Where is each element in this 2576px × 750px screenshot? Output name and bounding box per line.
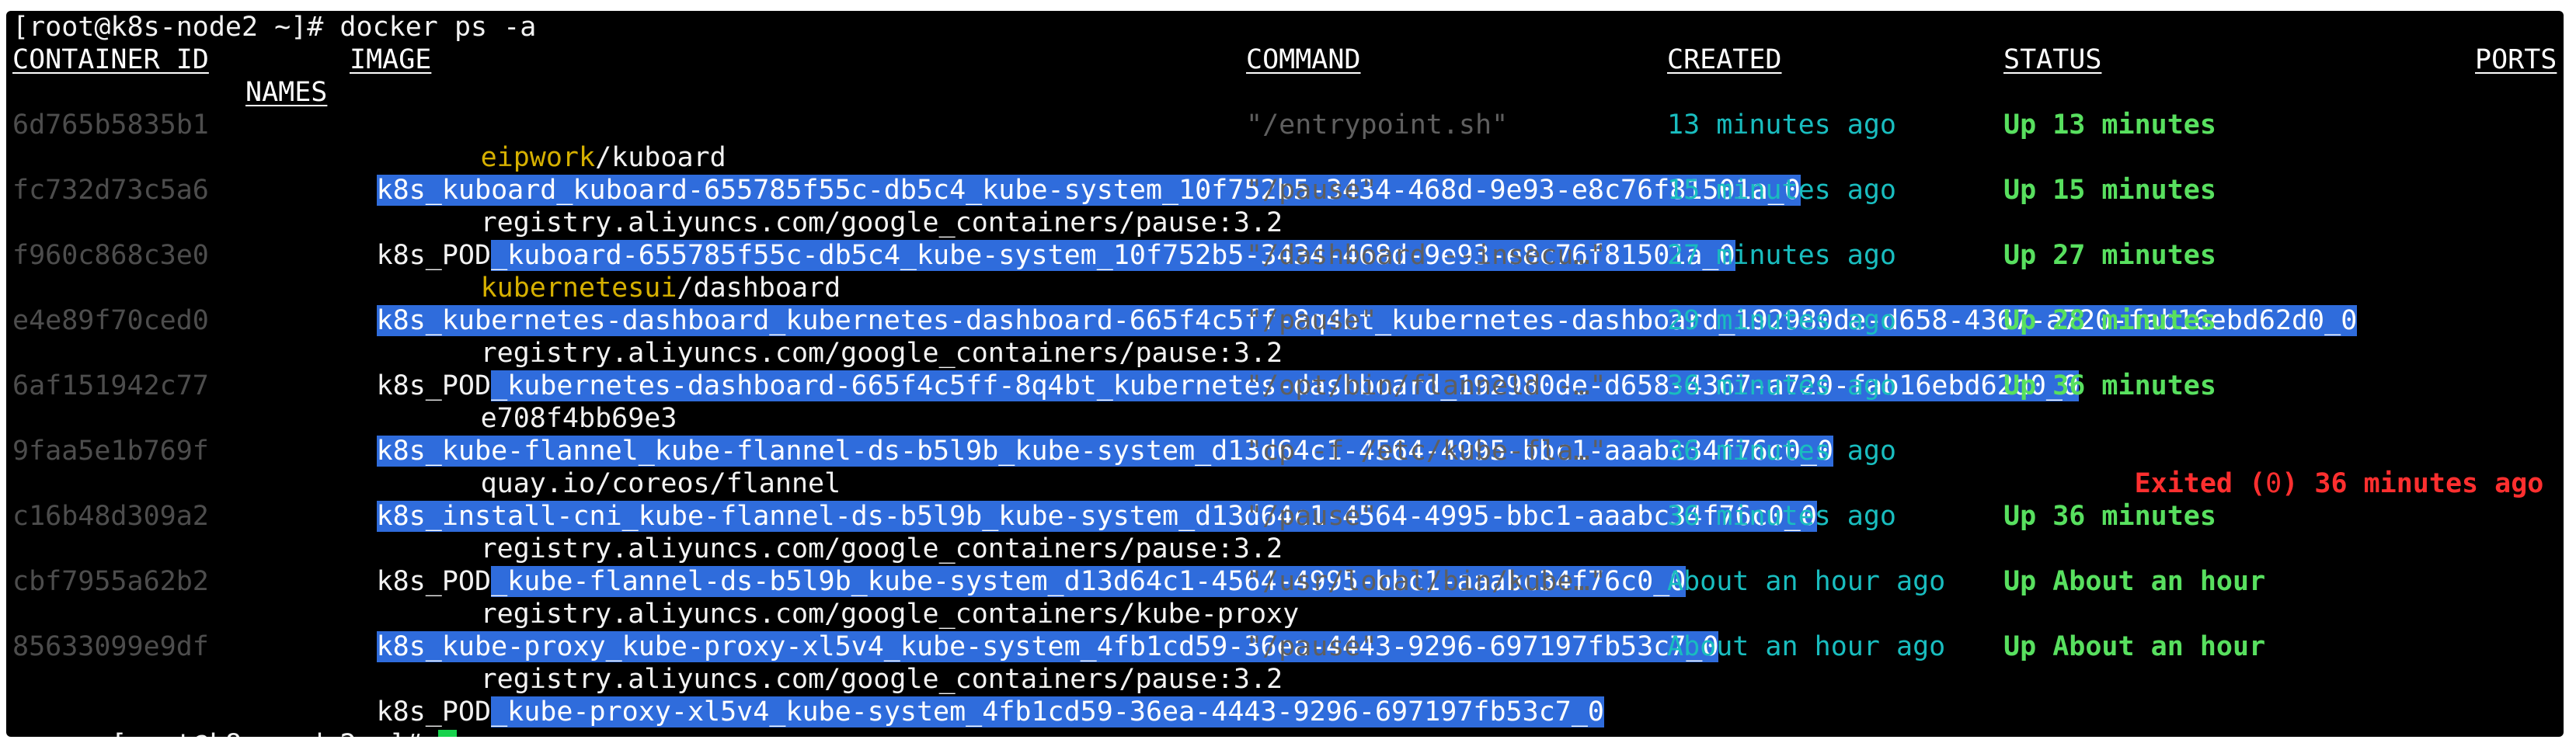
names-header-row: NAMES [12,76,327,109]
container-id: 6d765b5835b1 [12,109,209,141]
ports-header: PORTS [2475,44,2557,75]
command-cell: "/dashboard --insecu…" [1246,240,1607,271]
docker-command-line: [root@k8s-node2 ~]# docker ps -a [12,12,537,43]
container-row-9: 85633099e9df registry.aliyuncs.com/googl… [12,630,2557,695]
command-cell: "/pause" [1246,305,1377,336]
terminal-cursor[interactable] [437,730,457,737]
command-cell: "/pause" [1246,175,1377,206]
exited-status-time: ) 36 minutes ago [2282,468,2544,499]
docker-header-row: CONTAINER ID IMAGE COMMAND CREATED STATU… [12,43,2557,76]
created-cell: 36 minutes ago [1667,370,1897,401]
container-id: fc732d73c5a6 [12,175,209,206]
container-row-2: fc732d73c5a6 registry.aliyuncs.com/googl… [12,174,2557,238]
container-id: e4e89f70ced0 [12,305,209,336]
command-cell: "/usr/local/bin/kube…" [1246,566,1607,597]
container-id: 85633099e9df [12,631,209,662]
command-header: COMMAND [1246,44,1361,75]
created-cell: 29 minutes ago [1667,305,1897,336]
created-cell: About an hour ago [1667,631,1946,662]
status-cell: Up 36 minutes [2003,370,2216,401]
container-id: c16b48d309a2 [12,501,209,532]
container-row-3: f960c868c3e0 kubernetesui/dashboard "/da… [12,239,2557,304]
status-cell: Up 36 minutes [2003,501,2216,532]
container-id: cbf7955a62b2 [12,566,209,597]
final-prompt-line[interactable]: [root@k8s-node2 ~]# [12,696,457,737]
container-name-row-2: k8s_POD_kuboard-655785f55c-db5c4_kube-sy… [12,207,1735,271]
container-id-header: CONTAINER ID [12,44,209,75]
created-cell: 13 minutes ago [1667,109,1897,141]
container-name-row-1: k8s_kuboard_kuboard-655785f55c-db5c4_kub… [12,141,1801,206]
status-cell: Up 28 minutes [2003,305,2216,336]
status-cell: Up About an hour [2003,566,2266,597]
container-id: f960c868c3e0 [12,240,209,271]
status-cell: Up 15 minutes [2003,175,2216,206]
image-header: IMAGE [350,44,432,75]
status-cell: Up About an hour [2003,631,2266,662]
command-cell: "/opt/bin/flanneld -…" [1246,370,1607,401]
exit-code: 0 [2265,468,2282,499]
screenshot-frame: [root@k8s-node2 ~]# docker ps -a CONTAIN… [0,0,2576,750]
container-name-row-6: k8s_install-cni_kube-flannel-ds-b5l9b_ku… [12,467,1817,532]
container-row-8: cbf7955a62b2 registry.aliyuncs.com/googl… [12,565,2557,630]
prompt-text: [root@k8s-node2 ~]# [110,729,437,737]
status-cell: Up 13 minutes [2003,109,2216,141]
created-cell: 36 minutes ago [1667,501,1897,532]
container-row-7: c16b48d309a2 registry.aliyuncs.com/googl… [12,500,2557,564]
status-header: STATUS [2003,44,2102,75]
container-name-row-9: k8s_POD_kube-proxy-xl5v4_kube-system_4fb… [12,663,1604,727]
created-cell: 27 minutes ago [1667,240,1897,271]
command-cell: "cp -f /etc/kube-fla…" [1246,436,1607,467]
created-cell: 36 minutes ago [1667,436,1897,467]
container-row-6: 9faa5e1b769f quay.io/coreos/flannel "cp … [12,435,2557,499]
container-name-row-7: k8s_POD_kube-flannel-ds-b5l9b_kube-syste… [12,533,1687,597]
selected-name-text: _kube-proxy-xl5v4_kube-system_4fb1cd59-3… [491,696,1604,727]
container-row-5: 6af151942c77 e708f4bb69e3 "/opt/bin/flan… [12,370,2557,434]
command-cell: "/entrypoint.sh" [1246,109,1509,141]
container-name-row-5: k8s_kube-flannel_kube-flannel-ds-b5l9b_k… [12,402,1833,467]
exited-status-text: Exited ( [2134,468,2266,499]
command-cell: "/pause" [1246,501,1377,532]
container-name-row-8: k8s_kube-proxy_kube-proxy-xl5v4_kube-sys… [12,598,1719,662]
command-cell: "/pause" [1246,631,1377,662]
terminal-window[interactable]: [root@k8s-node2 ~]# docker ps -a CONTAIN… [6,11,2564,737]
container-name-row-3: k8s_kubernetes-dashboard_kubernetes-dash… [12,272,2358,336]
names-header: NAMES [245,77,328,108]
created-header: CREATED [1667,44,1782,75]
container-id: 9faa5e1b769f [12,436,209,467]
container-name-row-4: k8s_POD_kubernetes-dashboard-665f4c5ff-8… [12,337,2080,401]
container-row-4: e4e89f70ced0 registry.aliyuncs.com/googl… [12,304,2557,369]
container-row-1: 6d765b5835b1 eipwork/kuboard "/entrypoin… [12,109,2557,173]
container-id: 6af151942c77 [12,370,209,401]
created-cell: About an hour ago [1667,566,1946,597]
status-cell: Up 27 minutes [2003,240,2216,271]
created-cell: 15 minutes ago [1667,175,1897,206]
